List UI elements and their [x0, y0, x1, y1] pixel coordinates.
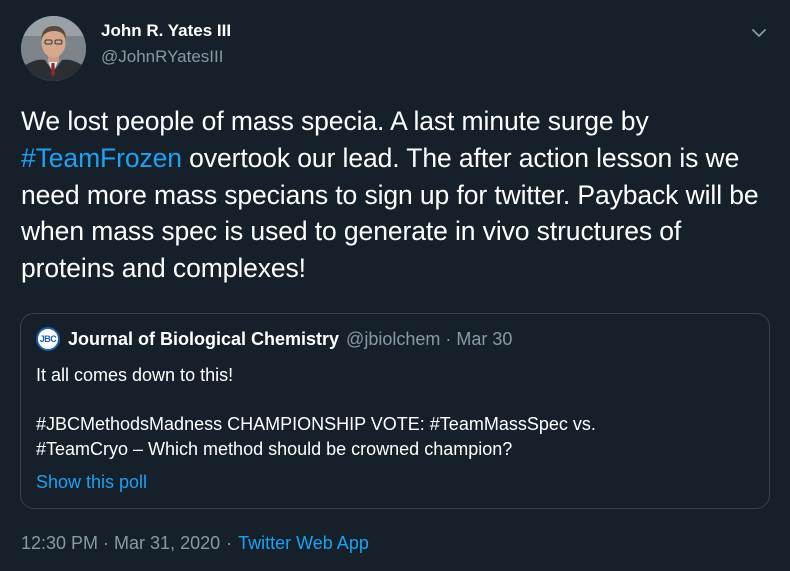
hashtag-link[interactable]: #TeamFrozen	[21, 143, 182, 173]
author-handle[interactable]: @JohnRYatesIII	[101, 46, 231, 68]
quoted-display-name: Journal of Biological Chemistry	[68, 328, 340, 349]
quoted-text-line1: It all comes down to this!	[36, 365, 234, 385]
avatar[interactable]	[21, 16, 86, 81]
author-block: John R. Yates III @JohnRYatesIII	[101, 20, 231, 68]
quoted-tweet[interactable]: JBC Journal of Biological Chemistry @jbi…	[20, 313, 770, 509]
show-poll-link[interactable]: Show this poll	[36, 471, 147, 493]
tweet-footer: 12:30 PM · Mar 31, 2020 · Twitter Web App	[21, 532, 369, 554]
author-display-name[interactable]: John R. Yates III	[101, 20, 231, 42]
tweet-timestamp[interactable]: 12:30 PM · Mar 31, 2020	[21, 533, 220, 553]
chevron-down-icon	[752, 29, 766, 37]
tweet-menu-button[interactable]	[748, 22, 770, 44]
footer-separator: ·	[226, 533, 233, 553]
quoted-handle: @jbiolchem	[346, 328, 441, 349]
quoted-date[interactable]: Mar 30	[456, 329, 512, 350]
jbc-logo-icon: JBC	[36, 327, 60, 351]
tweet-text: We lost people of mass specia. A last mi…	[21, 103, 771, 287]
source-app-link[interactable]: Twitter Web App	[238, 533, 369, 553]
quoted-tweet-header: JBC Journal of Biological Chemistry @jbi…	[36, 327, 512, 351]
quoted-separator: ·	[445, 328, 452, 349]
quoted-text-line3: #TeamCryo – Which method should be crown…	[36, 439, 513, 459]
tweet-text-part1: We lost people of mass specia. A last mi…	[21, 106, 649, 136]
avatar-photo	[21, 16, 86, 81]
tweet-card: John R. Yates III @JohnRYatesIII We lost…	[0, 0, 790, 571]
quoted-text-line2: #JBCMethodsMadness CHAMPIONSHIP VOTE: #T…	[36, 414, 596, 434]
